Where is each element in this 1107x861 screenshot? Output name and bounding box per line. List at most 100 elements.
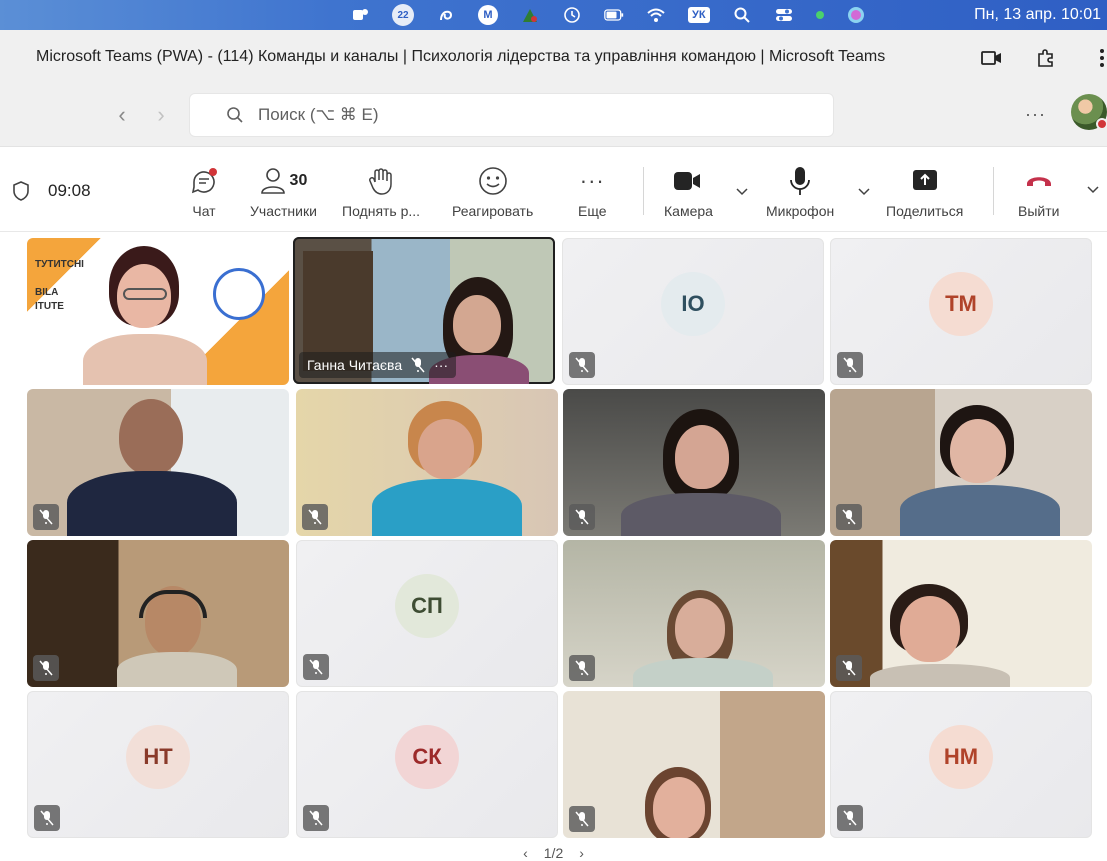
video-tile-nt[interactable]: НТ bbox=[27, 691, 289, 838]
video-tile-woman-5[interactable] bbox=[563, 540, 825, 687]
microphone-options-chevron-icon[interactable] bbox=[857, 187, 871, 197]
participants-label: Участники bbox=[250, 203, 317, 219]
video-tile-man-2[interactable] bbox=[27, 540, 289, 687]
mic-off-icon bbox=[837, 805, 863, 831]
shield-icon[interactable] bbox=[12, 181, 30, 201]
activity-icon[interactable] bbox=[520, 5, 540, 25]
mic-off-icon bbox=[836, 504, 862, 530]
video-tile-tm[interactable]: TM bbox=[830, 238, 1092, 385]
participants-button[interactable]: 30 Участники bbox=[250, 165, 317, 219]
camera-window-icon[interactable] bbox=[980, 46, 1004, 70]
video-camera-icon bbox=[674, 172, 701, 190]
video-tile-woman-7[interactable] bbox=[563, 691, 825, 838]
video-tile-io[interactable]: IO bbox=[562, 238, 824, 385]
presence-busy-icon bbox=[1096, 118, 1107, 130]
video-tile-woman-4[interactable] bbox=[830, 389, 1092, 536]
mic-off-icon bbox=[303, 654, 329, 680]
siri-icon[interactable] bbox=[846, 5, 866, 25]
teams-menu-icon[interactable] bbox=[350, 5, 370, 25]
raise-hand-button[interactable]: Поднять р... bbox=[342, 165, 420, 219]
participant-initials: НТ bbox=[126, 724, 190, 789]
window-title-bar: Microsoft Teams (PWA) - (114) Команды и … bbox=[0, 30, 1107, 86]
notification-count-badge[interactable]: 22 bbox=[392, 4, 414, 26]
meeting-timer: 09:08 bbox=[12, 181, 91, 201]
video-tile-presenter[interactable]: ТУТИТСНІ BILA ITUTE bbox=[27, 238, 289, 385]
share-button[interactable]: Поделиться bbox=[886, 165, 963, 219]
meeting-video-grid: ТУТИТСНІ BILA ITUTE Ганна Читаєва ··· IO… bbox=[0, 232, 1107, 861]
video-tile-woman-2[interactable] bbox=[296, 389, 558, 536]
video-tile-sp[interactable]: СП bbox=[296, 540, 558, 687]
search-box[interactable] bbox=[189, 93, 834, 137]
window-title: Microsoft Teams (PWA) - (114) Команды и … bbox=[36, 48, 886, 65]
microphone-button[interactable]: Микрофон bbox=[766, 165, 834, 219]
headset bbox=[139, 590, 207, 618]
emoji-icon bbox=[478, 167, 507, 195]
participants-count: 30 bbox=[289, 172, 308, 189]
page-indicator: 1/2 bbox=[543, 845, 564, 861]
leave-options-chevron-icon[interactable] bbox=[1086, 185, 1100, 195]
camera-options-chevron-icon[interactable] bbox=[735, 187, 749, 197]
mail-app-icon[interactable]: M bbox=[478, 5, 498, 25]
more-horizontal-icon: ··· bbox=[579, 168, 605, 193]
leave-label: Выйти bbox=[1018, 203, 1060, 219]
camera-button[interactable]: Камера bbox=[664, 165, 713, 219]
chat-button[interactable]: Чат bbox=[188, 165, 220, 219]
more-actions-button[interactable]: ··· Еще bbox=[578, 165, 607, 219]
system-menu-bar: 22 M УК Пн, 13 апр. 10:01 bbox=[0, 0, 1107, 30]
participant-name-tag: Ганна Читаєва ··· bbox=[299, 352, 457, 378]
time-machine-icon[interactable] bbox=[562, 5, 582, 25]
participant-name: Ганна Читаєва bbox=[307, 357, 403, 373]
previous-page-button[interactable]: ‹ bbox=[523, 845, 528, 861]
video-tile-nm[interactable]: НМ bbox=[830, 691, 1092, 838]
participant-initials: СК bbox=[395, 724, 459, 789]
slide-text: ТУТИТСНІ BILA ITUTE bbox=[35, 259, 84, 312]
mic-off-icon bbox=[569, 504, 595, 530]
battery-icon[interactable] bbox=[604, 5, 624, 25]
extension-icon[interactable] bbox=[1034, 46, 1058, 70]
chat-label: Чат bbox=[192, 203, 216, 219]
video-tile-man-1[interactable] bbox=[27, 389, 289, 536]
video-tile-woman-6[interactable] bbox=[830, 540, 1092, 687]
gallery-pager: ‹ 1/2 › bbox=[0, 845, 1107, 861]
participant-more-icon[interactable]: ··· bbox=[434, 357, 448, 373]
video-tile-ganna[interactable]: Ганна Читаєва ··· bbox=[293, 237, 555, 384]
mic-off-icon bbox=[837, 352, 863, 378]
mic-off-icon bbox=[33, 504, 59, 530]
meeting-toolbar: 09:08 Чат 30 Участники Поднять р... Реаг… bbox=[0, 146, 1107, 232]
menu-bar-status-icons: 22 M УК bbox=[350, 0, 866, 30]
search-input[interactable] bbox=[258, 105, 758, 125]
mic-off-icon bbox=[303, 805, 329, 831]
mic-off-icon bbox=[569, 655, 595, 681]
toolbar-divider bbox=[643, 167, 644, 215]
participant-initials: IO bbox=[661, 271, 725, 336]
meeting-duration: 09:08 bbox=[48, 181, 91, 200]
more-label: Еще bbox=[578, 203, 607, 219]
camera-label: Камера bbox=[664, 203, 713, 219]
react-button[interactable]: Реагировать bbox=[452, 165, 533, 219]
hang-up-icon bbox=[1026, 177, 1051, 186]
raise-hand-label: Поднять р... bbox=[342, 203, 421, 219]
input-language-indicator[interactable]: УК bbox=[688, 7, 710, 23]
back-button[interactable]: ‹ bbox=[110, 102, 134, 128]
script-icon[interactable] bbox=[436, 5, 456, 25]
microphone-label: Микрофон bbox=[766, 203, 835, 219]
people-icon bbox=[260, 168, 285, 194]
mic-off-icon bbox=[836, 655, 862, 681]
share-label: Поделиться bbox=[886, 203, 964, 219]
more-options-button[interactable]: ··· bbox=[1025, 104, 1046, 125]
user-avatar[interactable] bbox=[1071, 94, 1107, 130]
participant-initials: СП bbox=[395, 573, 459, 638]
wifi-icon[interactable] bbox=[646, 5, 666, 25]
date-time-text: Пн, 13 апр. 10:01 bbox=[974, 6, 1101, 23]
video-tile-sk[interactable]: СК bbox=[296, 691, 558, 838]
institute-logo bbox=[213, 268, 265, 320]
menu-bar-clock[interactable]: Пн, 13 апр. 10:01 bbox=[974, 0, 1101, 30]
forward-button[interactable]: › bbox=[149, 102, 173, 128]
window-menu-icon[interactable] bbox=[1090, 46, 1107, 70]
control-center-icon[interactable] bbox=[774, 5, 794, 25]
spotlight-search-icon[interactable] bbox=[732, 5, 752, 25]
mic-off-icon bbox=[302, 504, 328, 530]
leave-button[interactable]: Выйти bbox=[1018, 165, 1059, 219]
next-page-button[interactable]: › bbox=[579, 845, 584, 861]
video-tile-woman-3[interactable] bbox=[563, 389, 825, 536]
